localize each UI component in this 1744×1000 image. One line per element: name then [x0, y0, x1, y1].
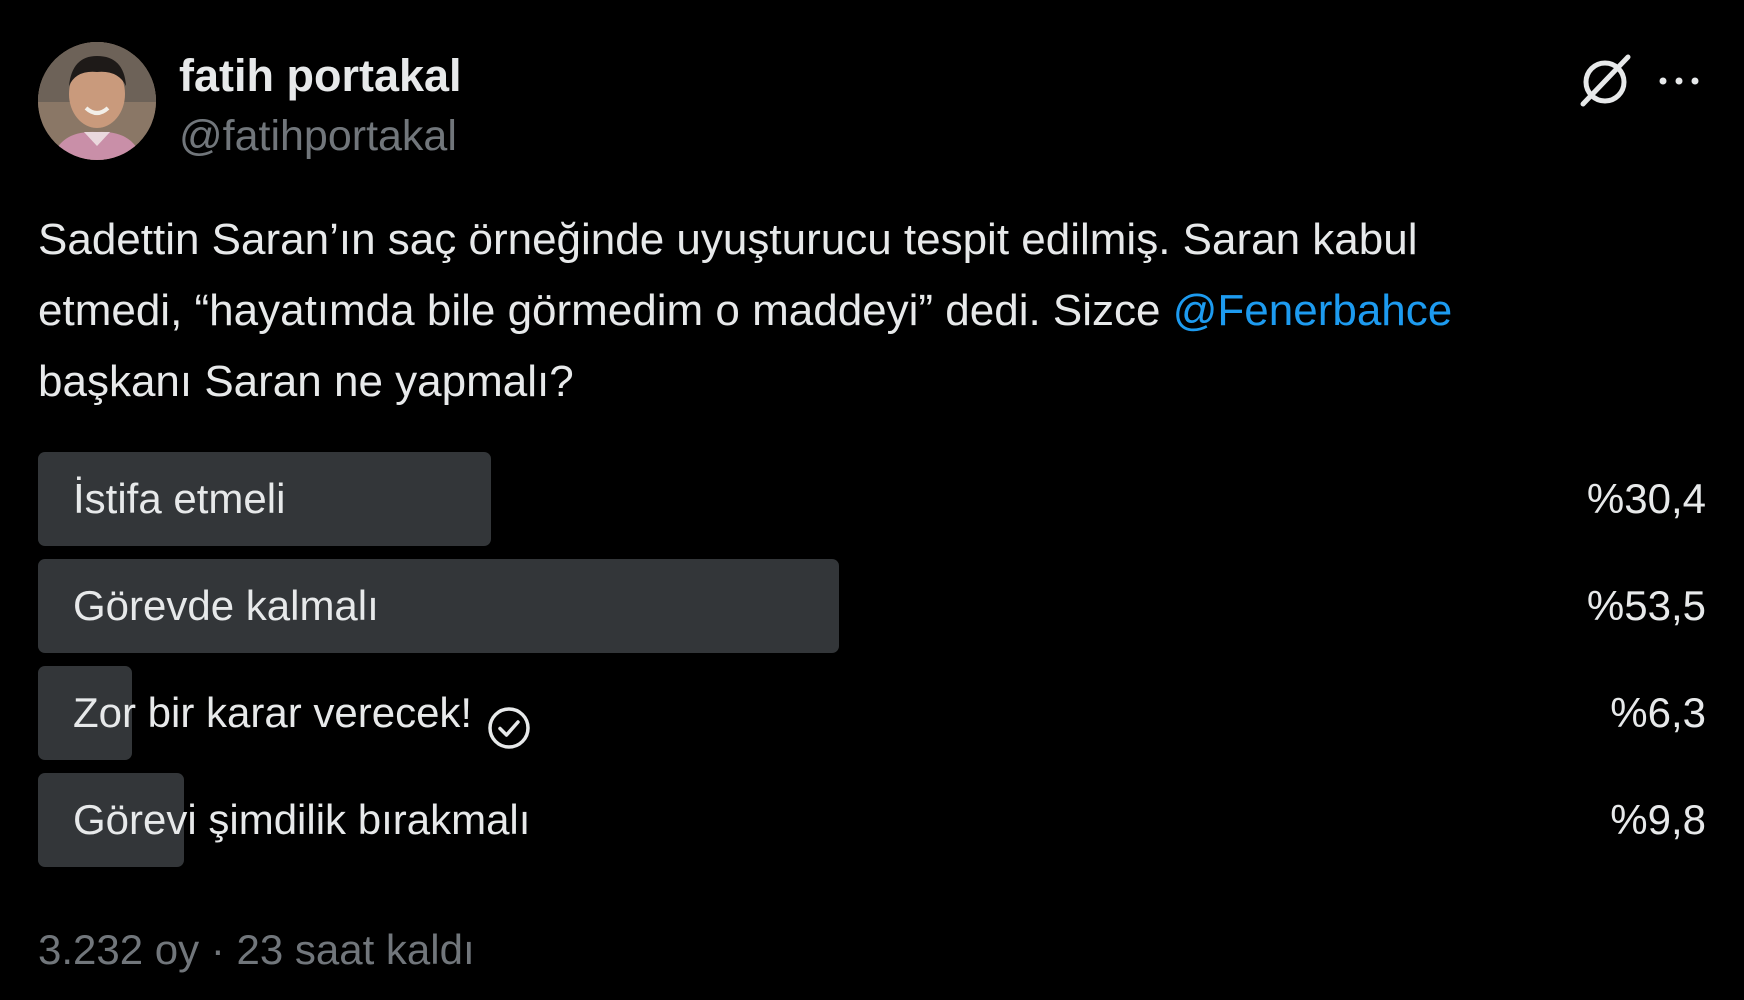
tweet-text-line: Sadettin Saran’ın saç örneğinde uyuşturu…	[38, 215, 1418, 264]
poll: İstifa etmeli %30,4 Görevde kalmalı %53,…	[38, 452, 1706, 880]
grok-icon[interactable]	[1575, 50, 1635, 110]
poll-option-label: Görevi şimdilik bırakmalı	[73, 796, 531, 843]
poll-option[interactable]: Görevi şimdilik bırakmalı %9,8	[38, 773, 1706, 867]
separator: ·	[210, 926, 225, 973]
more-icon[interactable]	[1652, 66, 1706, 96]
poll-option[interactable]: Görevde kalmalı %53,5	[38, 559, 1706, 653]
check-circle-icon	[486, 690, 532, 749]
mention-link[interactable]: @Fenerbahce	[1173, 286, 1453, 335]
poll-option[interactable]: Zor bir karar verecek! %6,3	[38, 666, 1706, 760]
tweet-text: Sadettin Saran’ın saç örneğinde uyuşturu…	[38, 204, 1706, 417]
tweet-text-line: etmedi, “hayatımda bile görmedim o madde…	[38, 275, 1706, 346]
author-name[interactable]: fatih portakal	[179, 48, 462, 104]
tweet-text-line: başkanı Saran ne yapmalı?	[38, 357, 574, 406]
poll-option[interactable]: İstifa etmeli %30,4	[38, 452, 1706, 546]
avatar[interactable]	[38, 42, 156, 160]
poll-option-label: Zor bir karar verecek!	[73, 689, 473, 736]
tweet-header: fatih portakal @fatihportakal	[38, 40, 1706, 164]
poll-option-percent: %6,3	[1610, 689, 1706, 736]
poll-option-percent: %9,8	[1610, 796, 1706, 843]
poll-option-label: Görevde kalmalı	[73, 582, 379, 629]
poll-option-label: İstifa etmeli	[73, 475, 286, 522]
author-handle[interactable]: @fatihportakal	[179, 108, 457, 164]
poll-time-left: 23 saat kaldı	[236, 926, 475, 973]
poll-footer: 3.232 oy · 23 saat kaldı	[38, 922, 475, 978]
tweet-text-segment: etmedi, “hayatımda bile görmedim o madde…	[38, 286, 1173, 335]
poll-option-percent: %53,5	[1586, 582, 1706, 629]
poll-votes: 3.232 oy	[38, 926, 200, 973]
poll-option-percent: %30,4	[1586, 475, 1706, 522]
poll-option-label-group: Zor bir karar verecek!	[73, 666, 532, 760]
tweet: fatih portakal @fatihportakal Sadettin S…	[38, 40, 1706, 980]
